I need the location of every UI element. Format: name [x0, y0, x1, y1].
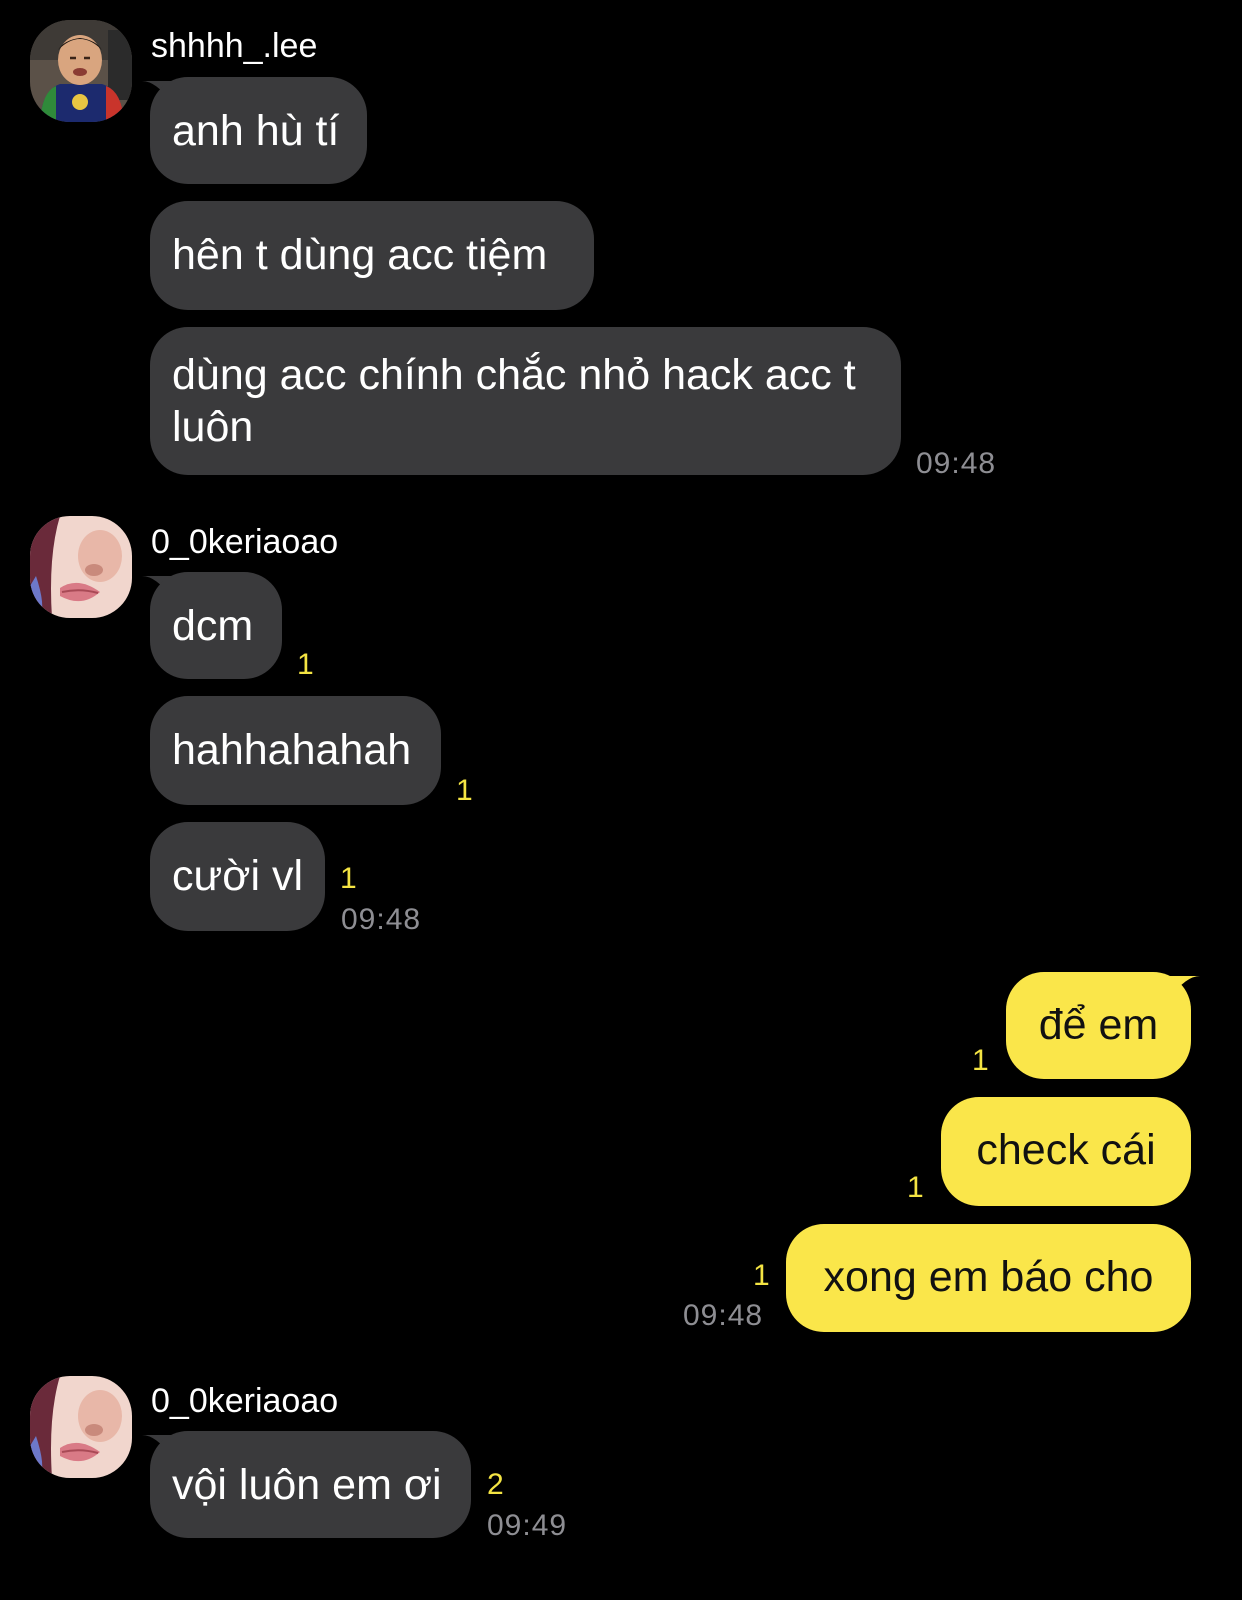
sender-name: 0_0keriaoao [151, 1382, 339, 1420]
message-bubble[interactable]: hên t dùng acc tiệm [150, 201, 594, 310]
unread-count: 1 [456, 774, 473, 807]
avatar-0-0keriaoao[interactable] [30, 516, 132, 618]
message-bubble[interactable]: cười vl [150, 822, 325, 931]
sender-name: shhhh_.lee [151, 27, 318, 65]
message-timestamp: 09:49 [487, 1509, 568, 1542]
unread-count: 1 [340, 862, 357, 895]
message-bubble[interactable]: dcm [150, 572, 282, 679]
message-timestamp: 09:48 [683, 1299, 764, 1332]
message-bubble[interactable]: xong em báo cho [786, 1224, 1191, 1332]
message-bubble[interactable]: để em [1006, 972, 1191, 1079]
unread-count: 1 [297, 648, 314, 681]
unread-count: 1 [907, 1171, 924, 1204]
unread-count: 1 [753, 1259, 770, 1292]
avatar-shhhh-lee[interactable] [30, 20, 132, 122]
unread-count: 1 [972, 1044, 989, 1077]
message-bubble[interactable]: hahhahahah [150, 696, 441, 805]
message-bubble[interactable]: dùng acc chính chắc nhỏ hack acc t luôn [150, 327, 901, 475]
unread-count: 2 [487, 1468, 504, 1501]
message-bubble[interactable]: anh hù tí [150, 77, 367, 184]
message-timestamp: 09:48 [916, 447, 997, 480]
sender-name: 0_0keriaoao [151, 523, 339, 561]
message-timestamp: 09:48 [341, 903, 422, 936]
avatar-0-0keriaoao[interactable] [30, 1376, 132, 1478]
message-bubble[interactable]: check cái [941, 1097, 1191, 1206]
message-bubble[interactable]: vội luôn em ơi [150, 1431, 471, 1538]
